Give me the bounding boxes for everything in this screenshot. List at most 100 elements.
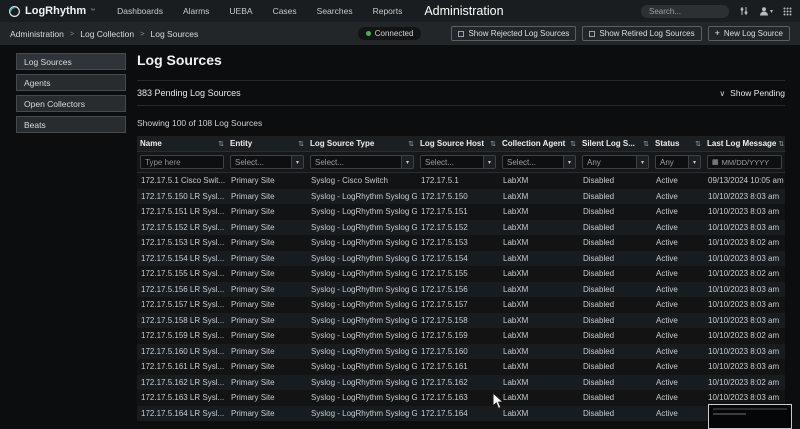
sort-icon[interactable]: ⇅ (568, 140, 576, 148)
chevron-down-icon: ▾ (483, 156, 495, 168)
cell-last: 10/10/2023 8:02 am (704, 378, 785, 387)
cell-entity: Primary Site (227, 362, 307, 371)
sort-icon[interactable]: ⇅ (641, 140, 649, 148)
table-row[interactable]: 172.17.5.152 LR Sysl...Primary SiteSyslo… (137, 220, 785, 236)
table-row[interactable]: 172.17.5.163 LR Sysl...Primary SiteSyslo… (137, 390, 785, 406)
plus-icon: + (715, 29, 720, 38)
cell-name: 172.17.5.150 LR Sysl... (137, 192, 227, 201)
sidebar-item-open-collectors[interactable]: Open Collectors (16, 95, 126, 112)
topnav-item-cases[interactable]: Cases (273, 6, 297, 16)
table-row[interactable]: 172.17.5.160 LR Sysl...Primary SiteSyslo… (137, 344, 785, 360)
filter-cell: Any ▾ (652, 155, 704, 169)
cell-name: 172.17.5.159 LR Sysl... (137, 331, 227, 340)
entity-filter-select[interactable]: Select... ▾ (230, 155, 304, 169)
name-filter-input[interactable] (140, 155, 224, 169)
sidebar-item-agents[interactable]: Agents (16, 74, 126, 91)
log-source-type-filter-select[interactable]: Select... ▾ (310, 155, 414, 169)
column-header-type[interactable]: Log Source Type⇅ (307, 139, 417, 148)
sort-icon[interactable]: ⇅ (776, 140, 784, 148)
filter-cell: Select... ▾ (417, 155, 499, 169)
sliders-icon[interactable] (739, 6, 749, 16)
show-rejected-button[interactable]: Show Rejected Log Sources (451, 26, 576, 41)
cell-agent: LabXM (499, 409, 579, 418)
sort-icon[interactable]: ⇅ (693, 140, 701, 148)
new-log-source-label: New Log Source (724, 29, 783, 38)
column-header-name[interactable]: Name⇅ (137, 139, 227, 148)
silent-log-source-filter-select[interactable]: Any ▾ (582, 155, 649, 169)
date-filter-input[interactable]: ▦ MM/DD/YYYY (707, 155, 782, 169)
cell-name: 172.17.5.157 LR Sysl... (137, 300, 227, 309)
sort-icon[interactable]: ⇅ (488, 140, 496, 148)
app-window: LogRhythm ™ Dashboards Alarms UEBA Cases Sea… (0, 0, 800, 429)
breadcrumb-item[interactable]: Log Sources (151, 29, 199, 39)
cell-silent: Disabled (579, 223, 652, 232)
table-row[interactable]: 172.17.5.150 LR Sysl...Primary SiteSyslo… (137, 189, 785, 205)
table-row[interactable]: 172.17.5.158 LR Sysl...Primary SiteSyslo… (137, 313, 785, 329)
cell-type: Syslog - LogRhythm Syslog Ge... (307, 300, 417, 309)
table-row[interactable]: 172.17.5.153 LR Sysl...Primary SiteSyslo… (137, 235, 785, 251)
topnav-item-dashboards[interactable]: Dashboards (117, 6, 163, 16)
screen-preview-window[interactable] (708, 404, 792, 429)
table-row[interactable]: 172.17.5.157 LR Sysl...Primary SiteSyslo… (137, 297, 785, 313)
select-placeholder: Any (587, 158, 601, 167)
global-search-input[interactable]: Search... (641, 5, 729, 18)
table-row[interactable]: 172.17.5.162 LR Sysl...Primary SiteSyslo… (137, 375, 785, 391)
trademark-mark: ™ (90, 8, 95, 14)
collection-agent-filter-select[interactable]: Select... ▾ (502, 155, 576, 169)
breadcrumb: Administration>Log Collection>Log Source… (10, 29, 198, 39)
topnav-item-searches[interactable]: Searches (317, 6, 353, 16)
column-header-entity[interactable]: Entity⇅ (227, 139, 307, 148)
breadcrumb-item[interactable]: Administration (10, 29, 64, 39)
table-row[interactable]: 172.17.5.154 LR Sysl...Primary SiteSyslo… (137, 251, 785, 267)
cell-type: Syslog - LogRhythm Syslog Ge... (307, 207, 417, 216)
cell-name: 172.17.5.160 LR Sysl... (137, 347, 227, 356)
table-row[interactable]: 172.17.5.151 LR Sysl...Primary SiteSyslo… (137, 204, 785, 220)
user-menu[interactable]: ▾ (759, 6, 773, 16)
log-source-host-filter-select[interactable]: Select... ▾ (420, 155, 496, 169)
cell-last: 10/10/2023 8:03 am (704, 300, 785, 309)
show-pending-toggle[interactable]: ∨ Show Pending (719, 88, 785, 98)
topnav-item-reports[interactable]: Reports (373, 6, 403, 16)
column-header-silent[interactable]: Silent Log S...⇅ (579, 139, 652, 148)
breadcrumb-separator: > (140, 29, 144, 38)
app-grid-icon[interactable] (783, 7, 792, 16)
topnav-item-administration[interactable]: Administration (424, 4, 503, 18)
sort-icon[interactable]: ⇅ (406, 140, 414, 148)
cell-host: 172.17.5.162 (417, 378, 499, 387)
cell-type: Syslog - LogRhythm Syslog Ge... (307, 378, 417, 387)
table-row[interactable]: 172.17.5.164 LR Sysl...Primary SiteSyslo… (137, 406, 785, 422)
sort-icon[interactable]: ⇅ (216, 140, 224, 148)
show-retired-button[interactable]: Show Retired Log Sources (582, 26, 701, 41)
cell-silent: Disabled (579, 331, 652, 340)
cell-agent: LabXM (499, 316, 579, 325)
sort-icon[interactable]: ⇅ (296, 140, 304, 148)
topnav-item-alarms[interactable]: Alarms (183, 6, 209, 16)
status-filter-select[interactable]: Any ▾ (655, 155, 701, 169)
logrhythm-logo[interactable]: LogRhythm ™ (8, 5, 95, 18)
cell-silent: Disabled (579, 362, 652, 371)
cell-status: Active (652, 393, 704, 402)
sidebar-item-log-sources[interactable]: Log Sources (16, 53, 126, 70)
column-header-last[interactable]: Last Log Message⇅ (704, 139, 785, 148)
cell-silent: Disabled (579, 176, 652, 185)
cell-name: 172.17.5.161 LR Sysl... (137, 362, 227, 371)
column-header-host[interactable]: Log Source Host⇅ (417, 139, 499, 148)
table-row[interactable]: 172.17.5.156 LR Sysl...Primary SiteSyslo… (137, 282, 785, 298)
cell-agent: LabXM (499, 223, 579, 232)
topnav-item-ueba[interactable]: UEBA (229, 6, 252, 16)
cell-last: 10/10/2023 8:02 am (704, 238, 785, 247)
table-row[interactable]: 172.17.5.159 LR Sysl...Primary SiteSyslo… (137, 328, 785, 344)
column-header-agent[interactable]: Collection Agent⇅ (499, 139, 579, 148)
new-log-source-button[interactable]: + New Log Source (708, 26, 790, 41)
table-row[interactable]: 172.17.5.155 LR Sysl...Primary SiteSyslo… (137, 266, 785, 282)
cell-silent: Disabled (579, 393, 652, 402)
cell-name: 172.17.5.164 LR Sysl... (137, 409, 227, 418)
table-row[interactable]: 172.17.5.161 LR Sysl...Primary SiteSyslo… (137, 359, 785, 375)
cell-name: 172.17.5.153 LR Sysl... (137, 238, 227, 247)
cell-agent: LabXM (499, 362, 579, 371)
breadcrumb-item[interactable]: Log Collection (80, 29, 134, 39)
table-row[interactable]: 172.17.5.1 Cisco Swit...Primary SiteSysl… (137, 173, 785, 189)
preview-content (713, 408, 787, 410)
column-header-status[interactable]: Status⇅ (652, 139, 704, 148)
sidebar-item-beats[interactable]: Beats (16, 116, 126, 133)
